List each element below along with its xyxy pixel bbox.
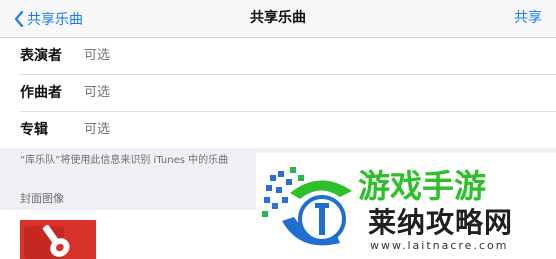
album-input[interactable] (84, 112, 546, 148)
share-button[interactable]: 共享 (514, 0, 542, 37)
back-button-label: 共享乐曲 (27, 11, 83, 28)
cover-image-thumbnail[interactable] (20, 220, 96, 259)
cover-image-label: 封面图像 (20, 192, 64, 205)
watermark-url: www.laitnacre.com (370, 239, 509, 252)
album-row: 专辑 (0, 112, 556, 148)
itunes-info-note: “库乐队”将使用此信息来识别 iTunes 中的乐曲 (20, 155, 229, 166)
performer-label: 表演者 (20, 48, 62, 64)
guitar-icon (20, 220, 96, 259)
page-title: 共享乐曲 (250, 10, 306, 26)
composer-row: 作曲者 (0, 75, 556, 111)
composer-input[interactable] (84, 75, 546, 111)
navigation-bar: 共享乐曲 共享乐曲 共享 (0, 0, 556, 38)
composer-label: 作曲者 (20, 85, 62, 101)
performer-input[interactable] (84, 38, 546, 74)
watermark-green-text: 游戏手游 (358, 167, 486, 203)
performer-row: 表演者 (0, 38, 556, 74)
chevron-left-icon (14, 10, 24, 27)
song-info-form: 表演者 作曲者 专辑 (0, 38, 556, 148)
watermark-logo-icon (262, 167, 352, 246)
back-button[interactable]: 共享乐曲 (14, 0, 83, 37)
watermark-green-banner: 游戏手游 (358, 167, 486, 203)
watermark: 游戏手游 莱纳攻略网 www.laitnacre.com (256, 153, 556, 259)
watermark-brand: 莱纳攻略网 (368, 206, 514, 239)
album-label: 专辑 (20, 122, 48, 138)
